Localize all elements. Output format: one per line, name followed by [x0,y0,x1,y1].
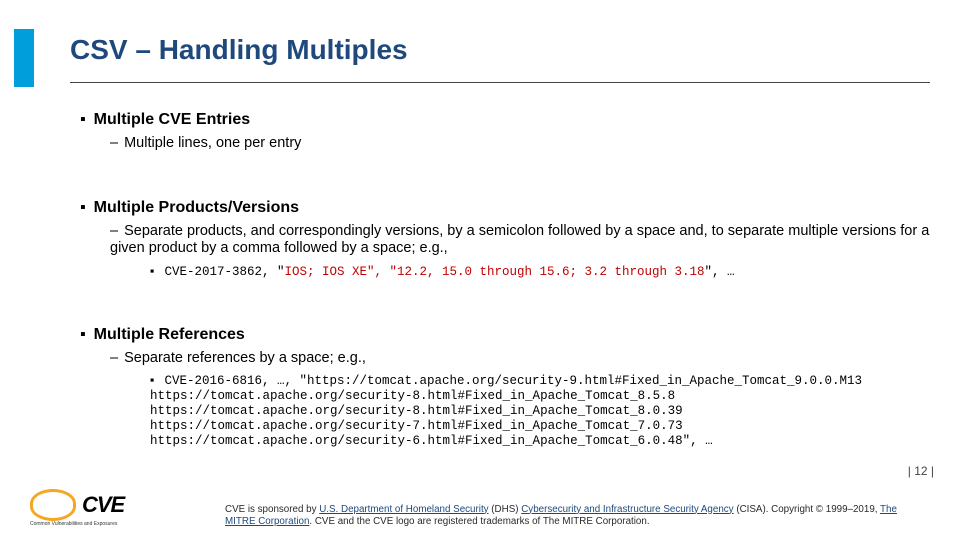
section-sub: Separate products, and correspondingly v… [110,223,929,256]
footer-line2: . CVE and the CVE logo are registered tr… [309,516,649,527]
page-number: | 12 | [908,464,934,478]
section-sub: Separate references by a space; e.g., [124,350,366,366]
bullet-lvl2: –Separate references by a space; e.g., [110,350,930,367]
logo-text: CVE [82,492,124,518]
bullet-lvl3: ▪CVE-2016-6816, …, "https://tomcat.apach… [150,373,930,449]
title-divider [70,82,930,83]
bullet-lvl2: –Multiple lines, one per entry [110,135,930,152]
accent-bar [14,29,34,87]
bullet-lvl1: ▪Multiple References [80,325,930,344]
code-full: CVE-2016-6816, …, "https://tomcat.apache… [150,374,862,448]
code-post: ", … [705,265,735,279]
section-heading: Multiple CVE Entries [94,111,250,128]
logo-subtitle: Common Vulnerabilities and Exposures [30,521,117,527]
footer-post: (CISA). Copyright © 1999–2019, [734,504,880,515]
logo-oval-icon [30,489,76,521]
code-pre: CVE-2017-3862, " [164,265,284,279]
page-title: CSV – Handling Multiples [70,34,408,66]
bullet-lvl1: ▪Multiple Products/Versions [80,198,930,217]
footer-pre: CVE is sponsored by [225,504,319,515]
footer-text: CVE is sponsored by U.S. Department of H… [225,504,930,528]
bullet-lvl1: ▪Multiple CVE Entries [80,110,930,129]
footer-link-cisa[interactable]: Cybersecurity and Infrastructure Securit… [521,504,733,515]
bullet-lvl2: –Separate products, and correspondingly … [110,223,930,258]
section-heading: Multiple References [94,326,245,343]
footer-mid: (DHS) [489,504,522,515]
footer-link-dhs[interactable]: U.S. Department of Homeland Security [319,504,488,515]
section-sub: Multiple lines, one per entry [124,135,301,151]
content-body: ▪Multiple CVE Entries –Multiple lines, o… [70,110,930,449]
slide: CSV – Handling Multiples ▪Multiple CVE E… [0,0,960,540]
section-heading: Multiple Products/Versions [94,199,299,216]
code-highlight: IOS; IOS XE", "12.2, 15.0 through 15.6; … [284,265,704,279]
bullet-lvl3: ▪CVE-2017-3862, "IOS; IOS XE", "12.2, 15… [150,264,930,280]
cve-logo: CVE Common Vulnerabilities and Exposures [30,484,200,526]
